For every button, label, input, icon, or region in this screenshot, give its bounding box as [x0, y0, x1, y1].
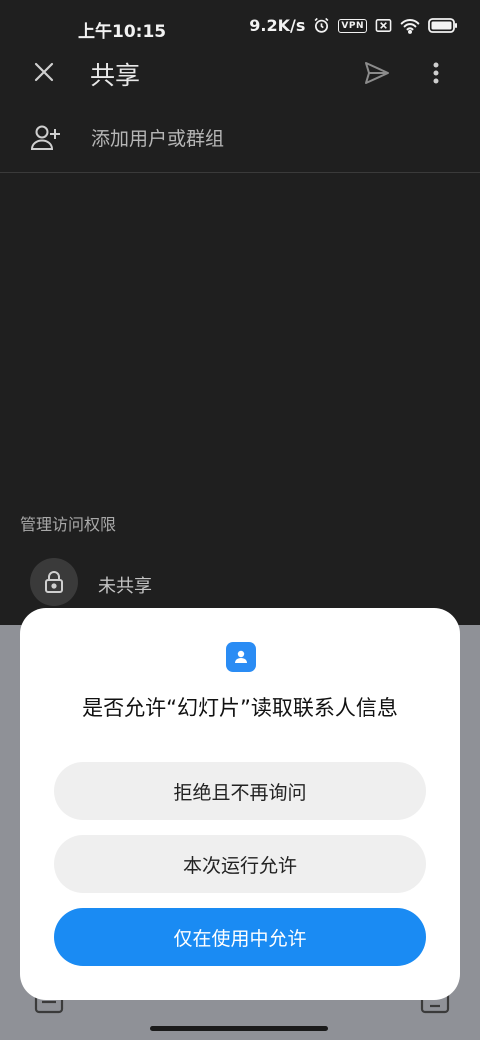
battery-icon: [428, 18, 458, 33]
network-speed: 9.2K/s: [249, 16, 306, 35]
deny-button[interactable]: 拒绝且不再询问: [54, 762, 426, 820]
app-bar: 共享: [0, 52, 480, 96]
page-title: 共享: [90, 61, 141, 90]
dialog-title: 是否允许“幻灯片”读取联系人信息: [82, 696, 398, 720]
status-time: 上午10:15: [78, 22, 167, 42]
allow-while-using-button[interactable]: 仅在使用中允许: [54, 908, 426, 966]
access-status: 未共享: [98, 576, 152, 597]
status-bar: 上午10:15 9.2K/s VPN: [0, 0, 480, 52]
alarm-icon: [313, 17, 330, 34]
lock-avatar: [30, 558, 78, 606]
more-vert-icon: [433, 62, 439, 84]
divider: [0, 172, 480, 173]
add-people-input[interactable]: [91, 124, 451, 154]
send-icon: [365, 62, 389, 84]
lock-icon: [45, 571, 63, 593]
more-options-button[interactable]: [421, 56, 451, 90]
status-icons: 9.2K/s VPN: [249, 16, 458, 35]
allow-once-button[interactable]: 本次运行允许: [54, 835, 426, 893]
send-button[interactable]: [360, 56, 394, 90]
wifi-icon: [400, 18, 420, 34]
home-indicator[interactable]: [150, 1026, 328, 1031]
close-icon: [34, 62, 54, 82]
close-button[interactable]: [26, 52, 62, 92]
contacts-icon: [226, 642, 256, 672]
access-row[interactable]: 未共享: [0, 556, 480, 612]
vpn-icon: VPN: [338, 18, 367, 33]
person-add-icon: [30, 124, 62, 156]
sim-none-icon: [375, 18, 392, 33]
access-section-label: 管理访问权限: [20, 515, 117, 534]
permission-dialog: 是否允许“幻灯片”读取联系人信息 拒绝且不再询问 本次运行允许 仅在使用中允许: [20, 608, 460, 1000]
add-people-row: [0, 112, 480, 168]
